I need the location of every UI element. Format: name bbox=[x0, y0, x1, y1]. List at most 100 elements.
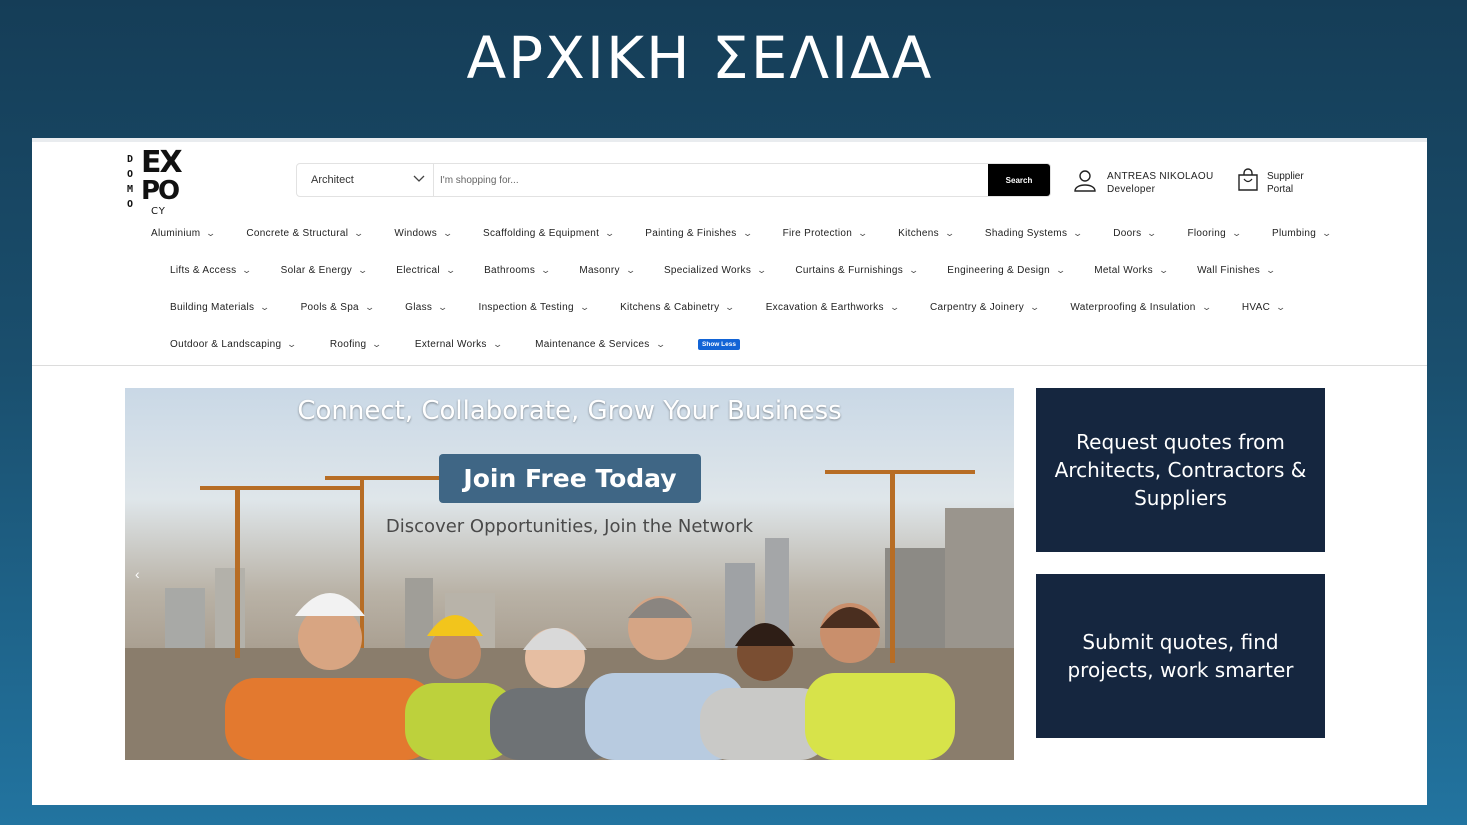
nav-label: Electrical bbox=[396, 265, 440, 276]
logo-po: PO bbox=[141, 176, 180, 206]
category-nav-row-3: Building Materials ⌄ Pools & Spa ⌄ Glass ⌄ … bbox=[170, 302, 1287, 313]
nav-label: HVAC bbox=[1241, 302, 1271, 313]
construction-scene-image bbox=[125, 470, 1014, 760]
chevron-down-icon: ⌄ bbox=[857, 228, 869, 238]
chevron-down-icon: ⌄ bbox=[241, 265, 253, 275]
chevron-down-icon: ⌄ bbox=[1146, 228, 1158, 238]
nav-engineering[interactable]: Engineering & Design ⌄ bbox=[947, 265, 1066, 276]
nav-metal-works[interactable]: Metal Works ⌄ bbox=[1094, 265, 1170, 276]
supplier-portal-link[interactable]: Supplier Portal bbox=[1237, 168, 1304, 197]
chevron-down-icon bbox=[413, 174, 425, 186]
user-role: Developer bbox=[1107, 183, 1156, 195]
nav-concrete[interactable]: Concrete & Structural ⌄ bbox=[246, 228, 365, 239]
nav-label: Metal Works bbox=[1094, 265, 1153, 276]
nav-fire-protection[interactable]: Fire Protection ⌄ bbox=[783, 228, 869, 239]
nav-lifts[interactable]: Lifts & Access ⌄ bbox=[170, 265, 253, 276]
nav-inspection[interactable]: Inspection & Testing ⌄ bbox=[478, 302, 591, 313]
nav-roofing[interactable]: Roofing ⌄ bbox=[329, 339, 383, 350]
shopping-bag-icon bbox=[1237, 168, 1259, 197]
website-screenshot: D O M O EX PO CY Architect Search ANTREA… bbox=[32, 138, 1427, 805]
chevron-down-icon: ⌄ bbox=[756, 265, 768, 275]
nav-label: Wall Finishes bbox=[1197, 265, 1261, 276]
chevron-down-icon: ⌄ bbox=[654, 339, 666, 349]
nav-kitchens-cabinetry[interactable]: Kitchens & Cabinetry ⌄ bbox=[620, 302, 735, 313]
nav-plumbing[interactable]: Plumbing ⌄ bbox=[1272, 228, 1332, 239]
nav-waterproofing[interactable]: Waterproofing & Insulation ⌄ bbox=[1070, 302, 1213, 313]
request-quotes-text: Request quotes from Architects, Contract… bbox=[1054, 430, 1307, 510]
nav-label: Specialized Works bbox=[663, 265, 752, 276]
nav-label: Outdoor & Landscaping bbox=[170, 339, 282, 350]
category-nav-row-1: Aluminium ⌄ Concrete & Structural ⌄ Window… bbox=[151, 228, 1332, 239]
nav-windows[interactable]: Windows ⌄ bbox=[394, 228, 454, 239]
logo-ex: EX bbox=[141, 145, 183, 180]
domo-expo-logo[interactable]: D O M O EX PO CY bbox=[127, 148, 193, 218]
chevron-down-icon: ⌄ bbox=[540, 265, 552, 275]
nav-carpentry[interactable]: Carpentry & Joinery ⌄ bbox=[930, 302, 1040, 313]
chevron-down-icon: ⌄ bbox=[1158, 265, 1170, 275]
carousel-prev-icon[interactable]: ‹ bbox=[135, 566, 140, 582]
submit-quotes-card[interactable]: Submit quotes, find projects, work smart… bbox=[1036, 574, 1325, 738]
search-button[interactable]: Search bbox=[988, 164, 1050, 196]
nav-excavation[interactable]: Excavation & Earthworks ⌄ bbox=[766, 302, 900, 313]
nav-label: Shading Systems bbox=[984, 228, 1068, 239]
nav-label: Plumbing bbox=[1272, 228, 1317, 239]
nav-label: Bathrooms bbox=[484, 265, 536, 276]
nav-pools[interactable]: Pools & Spa ⌄ bbox=[301, 302, 375, 313]
nav-doors[interactable]: Doors ⌄ bbox=[1113, 228, 1158, 239]
nav-curtains[interactable]: Curtains & Furnishings ⌄ bbox=[795, 265, 919, 276]
nav-external-works[interactable]: External Works ⌄ bbox=[414, 339, 503, 350]
nav-painting[interactable]: Painting & Finishes ⌄ bbox=[645, 228, 753, 239]
search-category-value: Architect bbox=[311, 174, 354, 186]
nav-label: Maintenance & Services bbox=[535, 339, 650, 350]
nav-masonry[interactable]: Masonry ⌄ bbox=[579, 265, 635, 276]
logo-cy: CY bbox=[151, 206, 166, 217]
chevron-down-icon: ⌄ bbox=[259, 302, 271, 312]
nav-label: Doors bbox=[1113, 228, 1142, 239]
chevron-down-icon: ⌄ bbox=[205, 228, 217, 238]
nav-label: Lifts & Access bbox=[170, 265, 237, 276]
chevron-down-icon: ⌄ bbox=[1275, 302, 1287, 312]
nav-shading[interactable]: Shading Systems ⌄ bbox=[984, 228, 1083, 239]
nav-label: Building Materials bbox=[170, 302, 255, 313]
nav-building-materials[interactable]: Building Materials ⌄ bbox=[170, 302, 271, 313]
chevron-down-icon: ⌄ bbox=[371, 339, 383, 349]
show-less-button[interactable]: Show Less bbox=[698, 339, 740, 350]
nav-glass[interactable]: Glass ⌄ bbox=[405, 302, 449, 313]
nav-flooring[interactable]: Flooring ⌄ bbox=[1187, 228, 1243, 239]
nav-label: Aluminium bbox=[151, 228, 201, 239]
supplier-label-1: Supplier bbox=[1267, 170, 1304, 182]
nav-solar[interactable]: Solar & Energy ⌄ bbox=[281, 265, 368, 276]
chevron-down-icon: ⌄ bbox=[286, 339, 298, 349]
chevron-down-icon: ⌄ bbox=[353, 228, 365, 238]
search-bar: Architect Search bbox=[296, 163, 1051, 197]
search-input[interactable] bbox=[434, 164, 988, 196]
nav-aluminium[interactable]: Aluminium ⌄ bbox=[151, 228, 217, 239]
nav-electrical[interactable]: Electrical ⌄ bbox=[396, 265, 457, 276]
nav-maintenance[interactable]: Maintenance & Services ⌄ bbox=[535, 339, 666, 350]
nav-specialized[interactable]: Specialized Works ⌄ bbox=[663, 265, 768, 276]
nav-label: Kitchens & Cabinetry bbox=[620, 302, 720, 313]
join-free-button[interactable]: Join Free Today bbox=[439, 454, 701, 503]
nav-wall-finishes[interactable]: Wall Finishes ⌄ bbox=[1197, 265, 1276, 276]
hero-banner[interactable]: Connect, Collaborate, Grow Your Business… bbox=[125, 388, 1014, 760]
nav-label: External Works bbox=[414, 339, 487, 350]
nav-label: Kitchens bbox=[898, 228, 939, 239]
nav-bathrooms[interactable]: Bathrooms ⌄ bbox=[484, 265, 552, 276]
submit-quotes-text: Submit quotes, find projects, work smart… bbox=[1067, 630, 1294, 682]
chevron-down-icon: ⌄ bbox=[1201, 302, 1213, 312]
chevron-down-icon: ⌄ bbox=[437, 302, 449, 312]
nav-kitchens[interactable]: Kitchens ⌄ bbox=[898, 228, 955, 239]
chevron-down-icon: ⌄ bbox=[1231, 228, 1243, 238]
user-account[interactable]: ANTREAS NIKOLAOU Developer bbox=[1073, 168, 1214, 197]
nav-hvac[interactable]: HVAC ⌄ bbox=[1241, 302, 1287, 313]
chevron-down-icon: ⌄ bbox=[742, 228, 753, 238]
request-quotes-card[interactable]: Request quotes from Architects, Contract… bbox=[1036, 388, 1325, 552]
chevron-down-icon: ⌄ bbox=[442, 228, 454, 238]
nav-label: Carpentry & Joinery bbox=[930, 302, 1025, 313]
search-category-select[interactable]: Architect bbox=[297, 164, 434, 196]
nav-outdoor[interactable]: Outdoor & Landscaping ⌄ bbox=[170, 339, 298, 350]
chevron-down-icon: ⌄ bbox=[445, 265, 457, 275]
nav-label: Roofing bbox=[329, 339, 367, 350]
chevron-down-icon: ⌄ bbox=[579, 302, 591, 312]
nav-scaffolding[interactable]: Scaffolding & Equipment ⌄ bbox=[483, 228, 615, 239]
